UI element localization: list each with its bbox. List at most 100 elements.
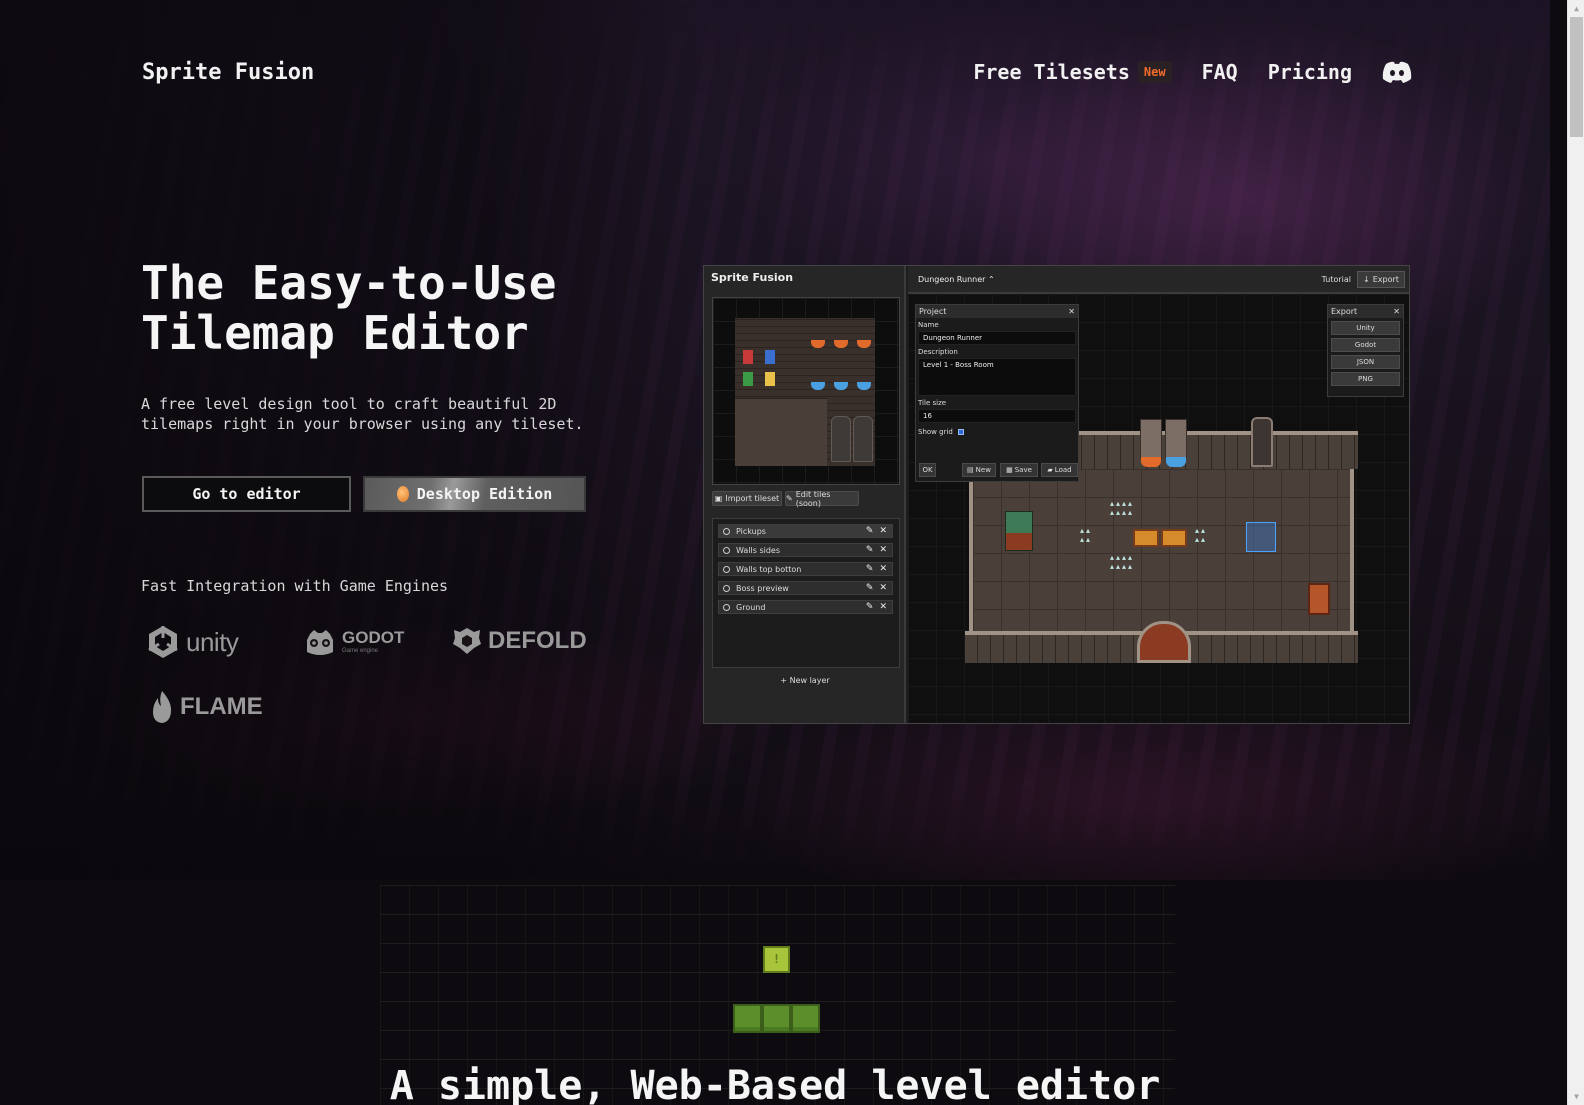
visibility-icon[interactable] [723, 603, 730, 611]
scroll-up-arrow-icon[interactable]: ▲ [1568, 0, 1584, 17]
layer-label: Boss preview [736, 583, 789, 593]
project-panel-title: Project [919, 307, 947, 316]
defold-icon [453, 628, 481, 654]
visibility-icon[interactable] [723, 584, 730, 592]
tile-flag-red [743, 350, 753, 364]
project-panel: Project ✕ Name Dungeon Runner Descriptio… [915, 304, 1079, 482]
edit-icon[interactable]: ✎ [866, 564, 874, 574]
platform-block [791, 1004, 820, 1033]
visibility-icon[interactable] [723, 546, 730, 554]
load-label: Load [1054, 466, 1072, 474]
nav-faq[interactable]: FAQ [1202, 60, 1238, 84]
hero-subtitle: A free level design tool to craft beauti… [141, 395, 584, 433]
ok-button[interactable]: OK [919, 463, 936, 477]
editor-app-title: Sprite Fusion [711, 271, 794, 284]
project-menu[interactable]: Dungeon Runner ⌃ [918, 275, 995, 284]
close-icon[interactable]: ✕ [879, 602, 887, 612]
nav-pricing[interactable]: Pricing [1268, 60, 1352, 84]
name-label: Name [918, 321, 939, 329]
discord-icon [1382, 61, 1412, 83]
page-scrollbar[interactable]: ▲ ▼ [1567, 0, 1584, 1105]
flame-icon [153, 691, 172, 723]
name-field[interactable]: Dungeon Runner [918, 331, 1076, 345]
close-icon[interactable]: ✕ [1068, 307, 1075, 316]
selected-tile [1246, 522, 1276, 552]
platform-block [762, 1004, 791, 1033]
save-button[interactable]: ▦ Save [1000, 463, 1038, 477]
image-icon: ▣ [714, 494, 723, 503]
scrollbar-thumb[interactable] [1570, 17, 1583, 137]
close-icon[interactable]: ✕ [879, 545, 887, 555]
engine-logo-godot: GODOT Game engine [304, 626, 404, 658]
spikes: ▴▴▴▴ ▴▴▴▴ [1110, 553, 1135, 571]
desktop-edition-button[interactable]: Desktop Edition [363, 476, 586, 512]
import-tileset-button[interactable]: ▣ Import tileset [712, 491, 782, 506]
layer-label: Ground [736, 602, 766, 612]
edit-icon[interactable]: ✎ [866, 602, 874, 612]
folder-icon: ▰ [1047, 466, 1053, 474]
close-icon[interactable]: ✕ [1393, 307, 1400, 316]
file-icon: ▤ [967, 466, 974, 474]
edit-icon[interactable]: ✎ [866, 545, 874, 555]
layer-item[interactable]: Walls sides ✎ ✕ [718, 543, 893, 557]
visibility-icon[interactable] [723, 527, 730, 535]
new-badge: New [1137, 61, 1172, 83]
spikes: ▴▴ ▴▴ [1080, 526, 1093, 544]
layer-item[interactable]: Boss preview ✎ ✕ [718, 581, 893, 595]
export-godot-button[interactable]: Godot [1331, 338, 1400, 352]
layer-label: Walls top botton [736, 564, 802, 574]
layer-item[interactable]: Ground ✎ ✕ [718, 600, 893, 614]
description-field[interactable]: Level 1 - Boss Room [918, 358, 1076, 396]
close-icon[interactable]: ✕ [879, 583, 887, 593]
edit-icon[interactable]: ✎ [866, 583, 874, 593]
close-icon[interactable]: ✕ [879, 526, 887, 536]
export-png-button[interactable]: PNG [1331, 372, 1400, 386]
go-to-editor-button[interactable]: Go to editor [142, 476, 351, 512]
nav-free-tilesets-label: Free Tilesets [973, 60, 1130, 84]
project-panel-header: Project ✕ [916, 305, 1078, 318]
tile-torch-orange [857, 340, 871, 348]
save-icon: ▦ [1006, 466, 1013, 474]
export-panel-title: Export [1331, 307, 1358, 316]
layer-item[interactable]: Walls top botton ✎ ✕ [718, 562, 893, 576]
tileset-preview[interactable] [712, 297, 900, 485]
export-unity-button[interactable]: Unity [1331, 321, 1400, 335]
editor-canvas[interactable]: Dungeon Runner ⌃ Tutorial ↓ Export ▴▴▴▴ ▴… [908, 266, 1409, 723]
statue-right [1165, 419, 1187, 459]
visibility-icon[interactable] [723, 565, 730, 573]
new-button[interactable]: ▤ New [962, 463, 996, 477]
show-grid-checkbox[interactable] [958, 429, 965, 435]
hero-title-line1: The Easy-to-Use [141, 256, 557, 310]
edit-icon[interactable]: ✎ [866, 526, 874, 536]
load-button[interactable]: ▰ Load [1041, 463, 1078, 477]
export-button[interactable]: ↓ Export [1357, 271, 1405, 288]
tile-flag-yellow [765, 372, 775, 386]
godot-label: GODOT [342, 628, 405, 647]
export-label: Export [1372, 275, 1399, 284]
import-tileset-label: Import tileset [725, 494, 780, 503]
site-logo[interactable]: Sprite Fusion [142, 60, 314, 85]
edit-tiles-button[interactable]: ✎ Edit tiles (soon) [785, 490, 859, 508]
tile-pillar [831, 416, 851, 462]
flame-label: FLAME [180, 693, 263, 720]
export-json-button[interactable]: JSON [1331, 355, 1400, 369]
question-block: ! [763, 946, 790, 973]
torch-orange [1141, 457, 1161, 467]
tile-flag-green [743, 372, 753, 386]
nav-free-tilesets[interactable]: Free Tilesets New [973, 60, 1172, 84]
tile-size-field[interactable]: 16 [918, 409, 1076, 423]
scroll-down-arrow-icon[interactable]: ▼ [1568, 1088, 1584, 1105]
close-icon[interactable]: ✕ [879, 564, 887, 574]
download-icon: ↓ [1363, 275, 1370, 284]
crate [1308, 583, 1330, 615]
tileset-image [735, 318, 875, 466]
export-panel: Export ✕ Unity Godot JSON PNG [1327, 304, 1404, 397]
godot-icon [307, 630, 333, 655]
layers-panel: Pickups ✎ ✕ Walls sides ✎ ✕ Walls top bott… [712, 518, 900, 668]
engine-logo-flame: FLAME [150, 690, 263, 724]
layer-item[interactable]: Pickups ✎ ✕ [718, 524, 893, 538]
tutorial-link[interactable]: Tutorial [1322, 275, 1351, 284]
discord-link[interactable] [1382, 60, 1412, 84]
new-layer-button[interactable]: + New layer [704, 676, 906, 685]
pencil-icon: ✎ [786, 494, 793, 503]
